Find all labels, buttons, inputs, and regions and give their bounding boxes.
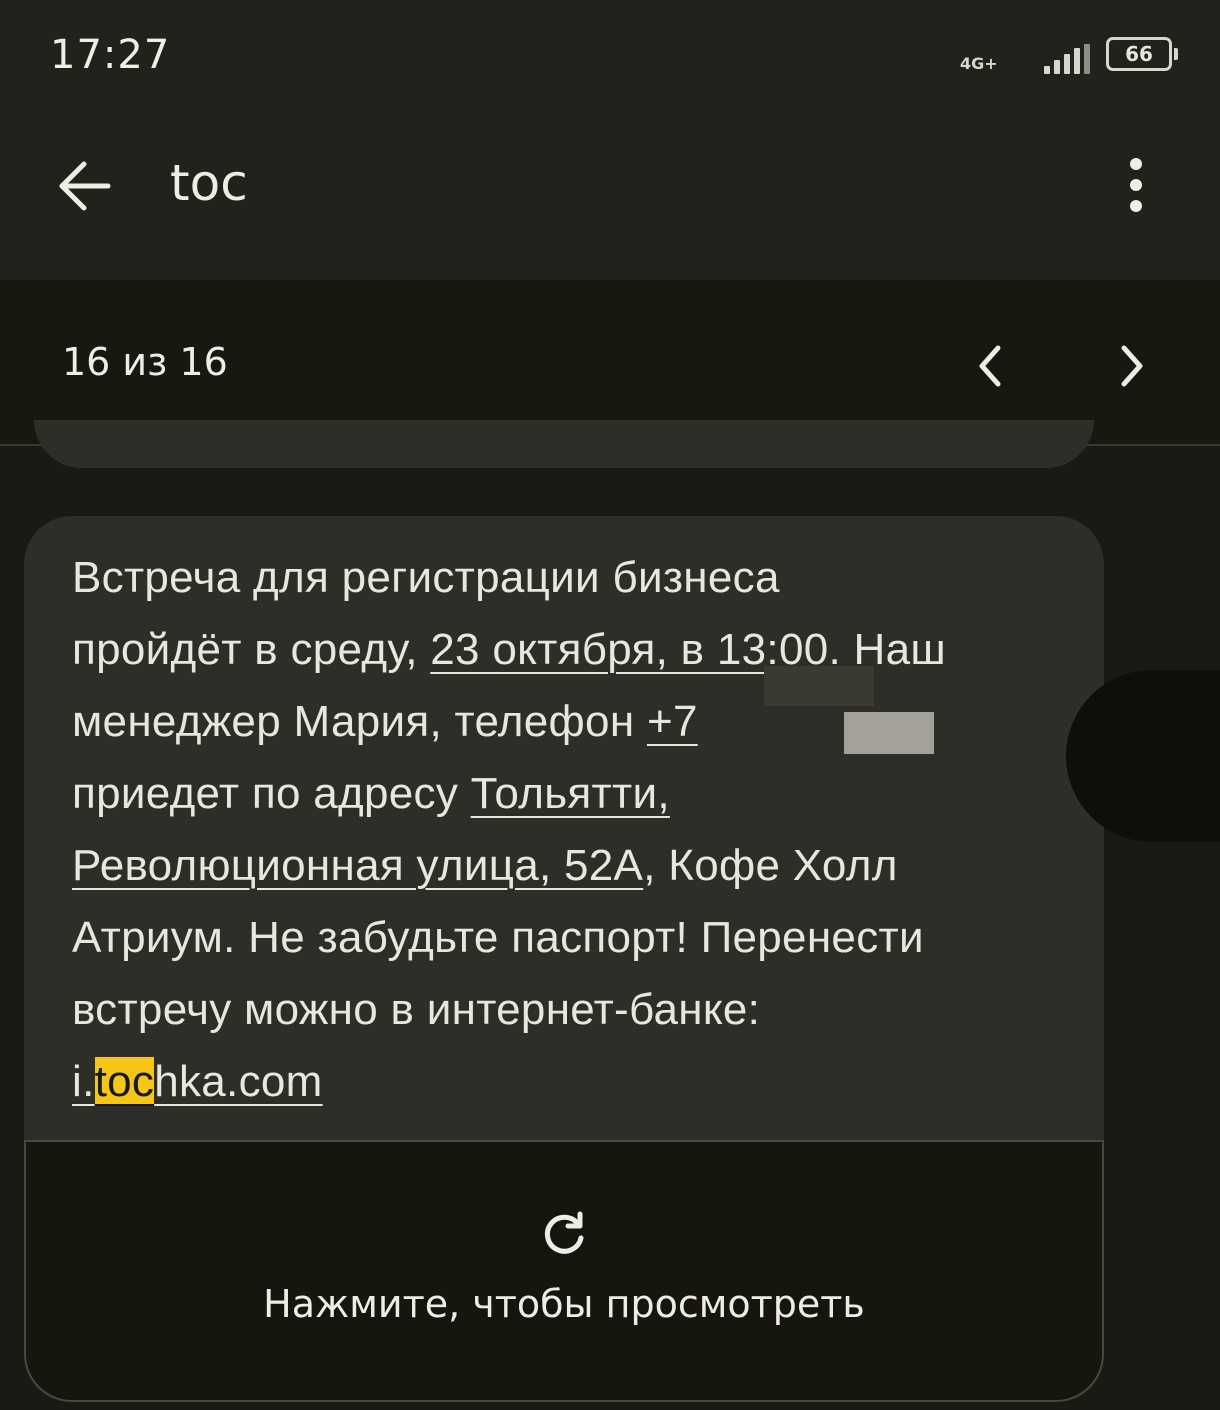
link-preview-button[interactable]: Нажмите, чтобы просмотреть [24,1140,1104,1402]
redacted-phone-blur [844,712,934,754]
arrow-back-icon[interactable] [54,158,118,214]
url-link[interactable]: i.tochka.com [72,1057,323,1106]
signal-icon [1044,42,1090,74]
message-card: Встреча для регистрации бизнеса пройдёт … [24,516,1104,1404]
url-fragment: hka.com [154,1057,323,1106]
message-line: пройдёт в среду, 23 октября, в 13:00. На… [72,614,1062,686]
message-line: Революционная улица, 52А, Кофе Холл [72,830,1062,902]
message-bubble[interactable]: Встреча для регистрации бизнеса пройдёт … [24,516,1104,1142]
redacted-phone-blur [764,708,844,758]
message-line: встречу можно в интернет-банке: [72,985,761,1034]
message-text-fragment: пройдёт в среду, [72,625,431,674]
message-line: приедет по адресу Тольятти, [72,758,1062,830]
search-query-text[interactable]: toc [170,154,248,212]
message-text: Встреча для регистрации бизнеса пройдёт … [72,542,1062,1118]
address-link[interactable]: Тольятти, [471,769,670,818]
battery-icon: 66 [1106,37,1178,71]
result-count: 16 из 16 [62,340,228,384]
status-time: 17:27 [50,32,171,78]
redacted-phone-blur [764,666,874,706]
message-text-fragment: менеджер Мария, телефон [72,697,647,746]
network-type-label: 4G+ [960,54,998,73]
message-text-fragment: , Кофе Холл [643,841,898,890]
refresh-icon [540,1210,588,1258]
chevron-left-icon[interactable] [962,338,1018,394]
message-text-fragment: приедет по адресу [72,769,471,818]
chevron-right-icon[interactable] [1104,338,1160,394]
phone-link[interactable]: +7 [647,697,698,746]
more-vert-icon[interactable] [1112,158,1160,214]
preview-label: Нажмите, чтобы просмотреть [263,1282,865,1326]
message-line: i.tochka.com [72,1046,1062,1118]
message-line: Атриум. Не забудьте паспорт! Перенести [72,913,924,962]
battery-level: 66 [1125,42,1153,66]
url-fragment: i. [72,1057,95,1106]
status-bar: 17:27 4G+ 66 [0,0,1220,110]
status-icons: 4G+ 66 [960,34,1178,74]
previous-message-bubble [34,420,1094,468]
address-link[interactable]: Революционная улица, 52А [72,841,643,890]
message-line: Встреча для регистрации бизнеса [72,553,780,602]
search-highlight: toc [94,1057,155,1106]
app-bar: toc [0,110,1220,280]
